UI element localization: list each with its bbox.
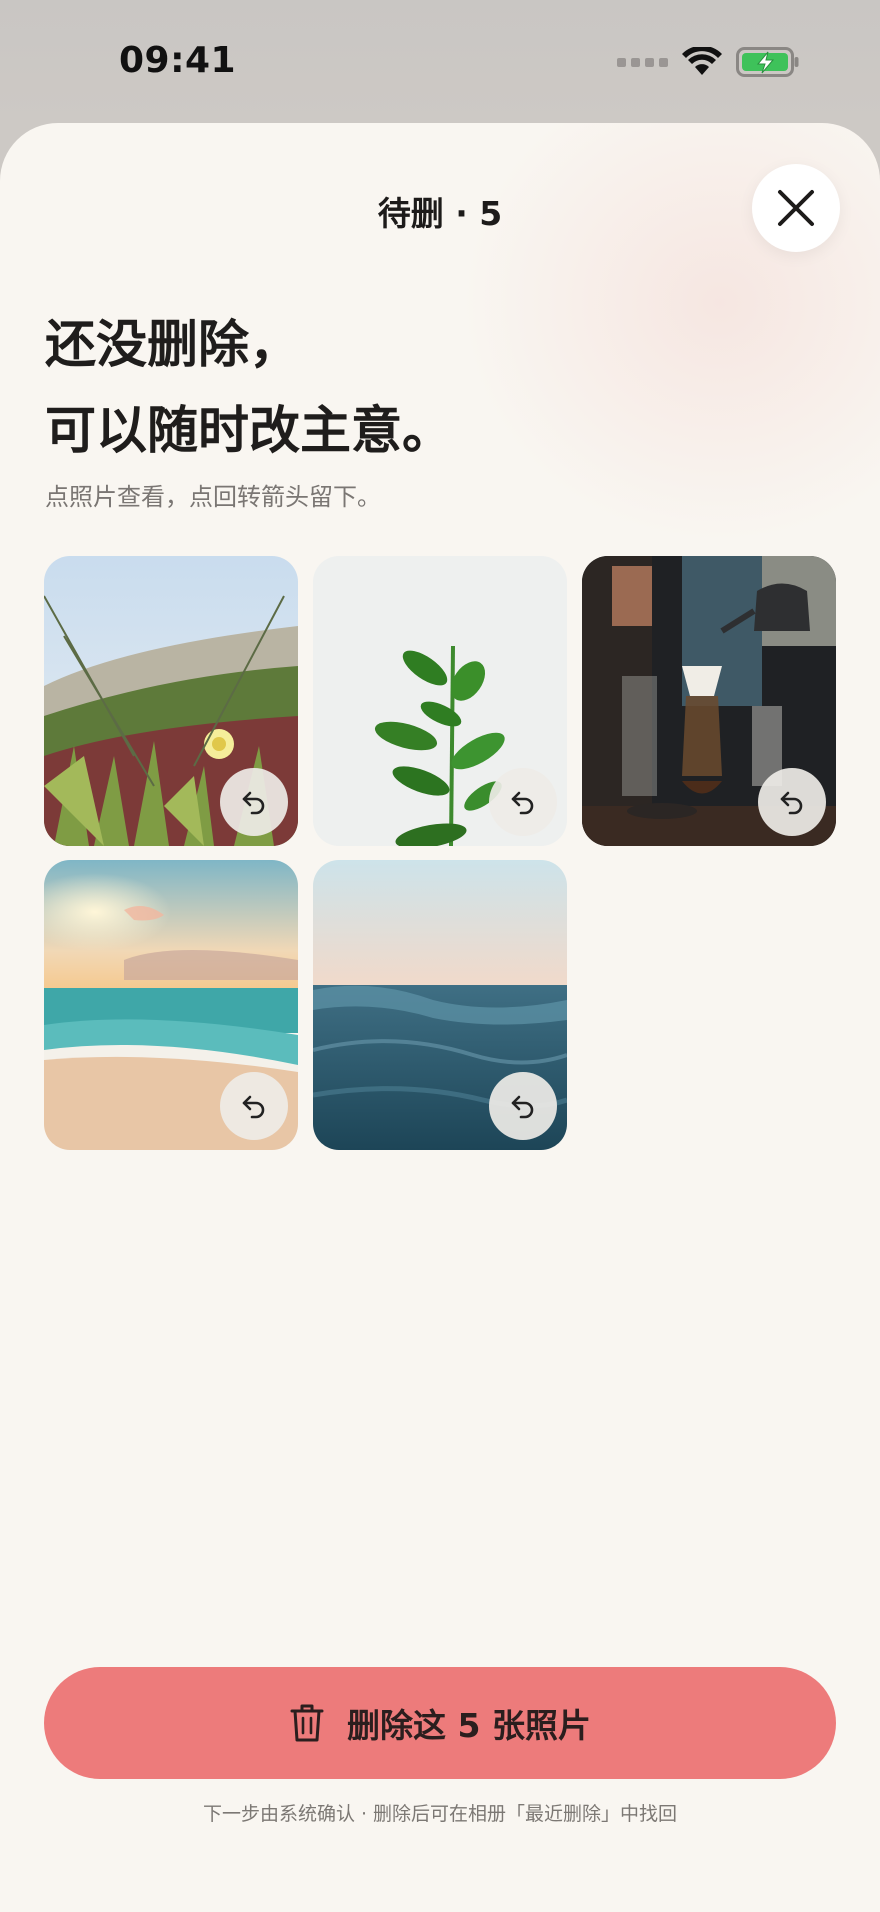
trash-icon [290,1704,324,1742]
bottom-sheet: 待删 · 5 还没删除， 可以随时改主意。 点照片查看，点回转箭头留下。 删除这… [0,123,880,1912]
restore-button[interactable] [220,768,288,836]
restore-button[interactable] [220,1072,288,1140]
close-button[interactable] [752,164,840,252]
undo-icon [511,1095,534,1119]
close-icon [778,190,814,226]
headline: 还没删除， 可以随时改主意。 [45,303,453,475]
photo-tile-plant[interactable] [313,556,567,846]
restore-button[interactable] [489,1072,557,1140]
sheet-title: 待删 · 5 [377,194,503,233]
photo-tile-grass[interactable] [44,556,298,846]
status-time: 09:41 [119,40,237,81]
undo-icon [242,1095,265,1119]
hint-text: 点照片查看，点回转箭头留下。 [45,483,381,511]
battery-charging-icon [736,47,799,77]
signal-icon [617,57,668,67]
screen: 09:41 待删 · 5 还没删除， 可以随时改主意。 点照片查看，点回转箭头留… [0,0,880,1912]
restore-button[interactable] [758,768,826,836]
headline-line-2: 可以随时改主意。 [45,402,454,461]
photo-tile-coffee[interactable] [582,556,836,846]
recovery-note: 下一步由系统确认 · 删除后可在相册「最近删除」中找回 [202,1803,678,1825]
photo-tile-ocean[interactable] [313,860,567,1150]
delete-photos-button[interactable]: 删除这 5 张照片 [44,1667,836,1779]
wifi-icon [682,47,722,75]
undo-icon [780,791,803,815]
delete-button-label: 删除这 5 张照片 [347,1706,591,1745]
undo-icon [242,791,265,815]
undo-icon [511,791,534,815]
photo-tile-beach[interactable] [44,860,298,1150]
headline-line-1: 还没删除， [45,316,301,375]
status-icons [617,46,800,78]
restore-button[interactable] [489,768,557,836]
